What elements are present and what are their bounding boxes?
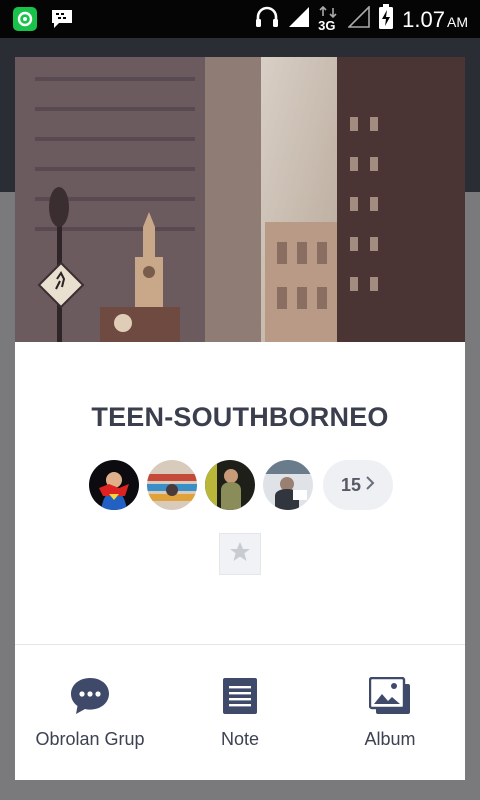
- favorite-button[interactable]: [219, 533, 261, 575]
- clock-time: 1.07: [402, 6, 445, 32]
- member-avatar-3[interactable]: [205, 460, 255, 510]
- status-bar: 3G 1.07 AM: [0, 0, 480, 38]
- headset-icon: [254, 5, 280, 34]
- network-type-label: 3G: [318, 17, 336, 33]
- more-members-count: 15: [340, 474, 362, 495]
- note-button[interactable]: Note: [165, 645, 315, 780]
- group-cover-photo[interactable]: [15, 57, 465, 342]
- group-actions: Obrolan Grup Note Album: [15, 645, 465, 780]
- note-label: Note: [220, 729, 260, 749]
- group-chat-button[interactable]: Obrolan Grup: [15, 645, 165, 780]
- member-list[interactable]: 15: [89, 460, 393, 510]
- group-chat-label: Obrolan Grup: [35, 729, 145, 749]
- battery-charging-icon: [378, 4, 394, 35]
- album-icon: [369, 675, 411, 717]
- signal-icon: [288, 6, 310, 33]
- data-3g-icon: 3G: [318, 5, 340, 34]
- album-button[interactable]: Album: [315, 645, 465, 780]
- clock-ampm: AM: [447, 13, 468, 30]
- star-icon: [228, 540, 252, 569]
- chevron-right-icon: [365, 475, 375, 496]
- chat-bubble-icon: [69, 675, 111, 717]
- line-app-icon: [12, 6, 38, 37]
- group-name: TEEN-SOUTHBORNEO: [91, 402, 389, 432]
- signal-empty-icon: [347, 5, 370, 33]
- member-avatar-2[interactable]: [147, 460, 197, 510]
- note-icon: [222, 675, 258, 717]
- member-avatar-4[interactable]: [263, 460, 313, 510]
- more-members-button[interactable]: 15: [323, 460, 393, 510]
- member-avatar-1[interactable]: [89, 460, 139, 510]
- album-label: Album: [364, 729, 416, 749]
- bbm-icon: [50, 8, 74, 35]
- group-profile-card: TEEN-SOUTHBORNEO 15 Obrolan Grup Note Al…: [15, 57, 465, 780]
